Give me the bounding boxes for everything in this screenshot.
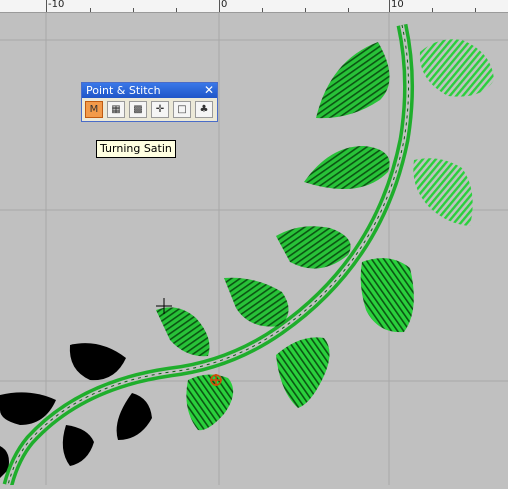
horizontal-ruler: -10 0 10: [0, 0, 508, 13]
blank-shape-icon: □: [177, 104, 187, 115]
turning-satin-button[interactable]: M: [85, 101, 103, 118]
tree-stitch-button[interactable]: ♣: [195, 101, 213, 118]
ruler-label-10: 10: [391, 0, 404, 10]
ruler-label-0: 0: [221, 0, 228, 10]
turning-satin-icon: M: [89, 104, 99, 115]
fill-stitch-button[interactable]: ▦: [107, 101, 125, 118]
toolbar-title: Point & Stitch: [86, 84, 161, 97]
pattern-fill-icon: ▩: [133, 104, 143, 115]
toolbar-buttons: M ▦ ▩ ✛ □ ♣: [82, 98, 217, 121]
pattern-fill-button[interactable]: ▩: [129, 101, 147, 118]
point-crosshair-icon: ✛: [155, 104, 165, 115]
design-svg: [0, 13, 508, 487]
blank-shape-button[interactable]: □: [173, 101, 191, 118]
fill-stitch-icon: ▦: [111, 104, 121, 115]
tree-stitch-icon: ♣: [199, 104, 209, 115]
close-icon[interactable]: ✕: [204, 83, 214, 98]
design-canvas[interactable]: [0, 13, 508, 487]
point-stitch-toolbar: Point & Stitch ✕ M ▦ ▩ ✛ □ ♣: [81, 82, 218, 122]
toolbar-titlebar[interactable]: Point & Stitch ✕: [82, 83, 217, 98]
tooltip-text: Turning Satin: [100, 142, 172, 155]
point-crosshair-button[interactable]: ✛: [151, 101, 169, 118]
tooltip: Turning Satin: [96, 140, 176, 158]
ruler-label-neg10: -10: [48, 0, 65, 10]
